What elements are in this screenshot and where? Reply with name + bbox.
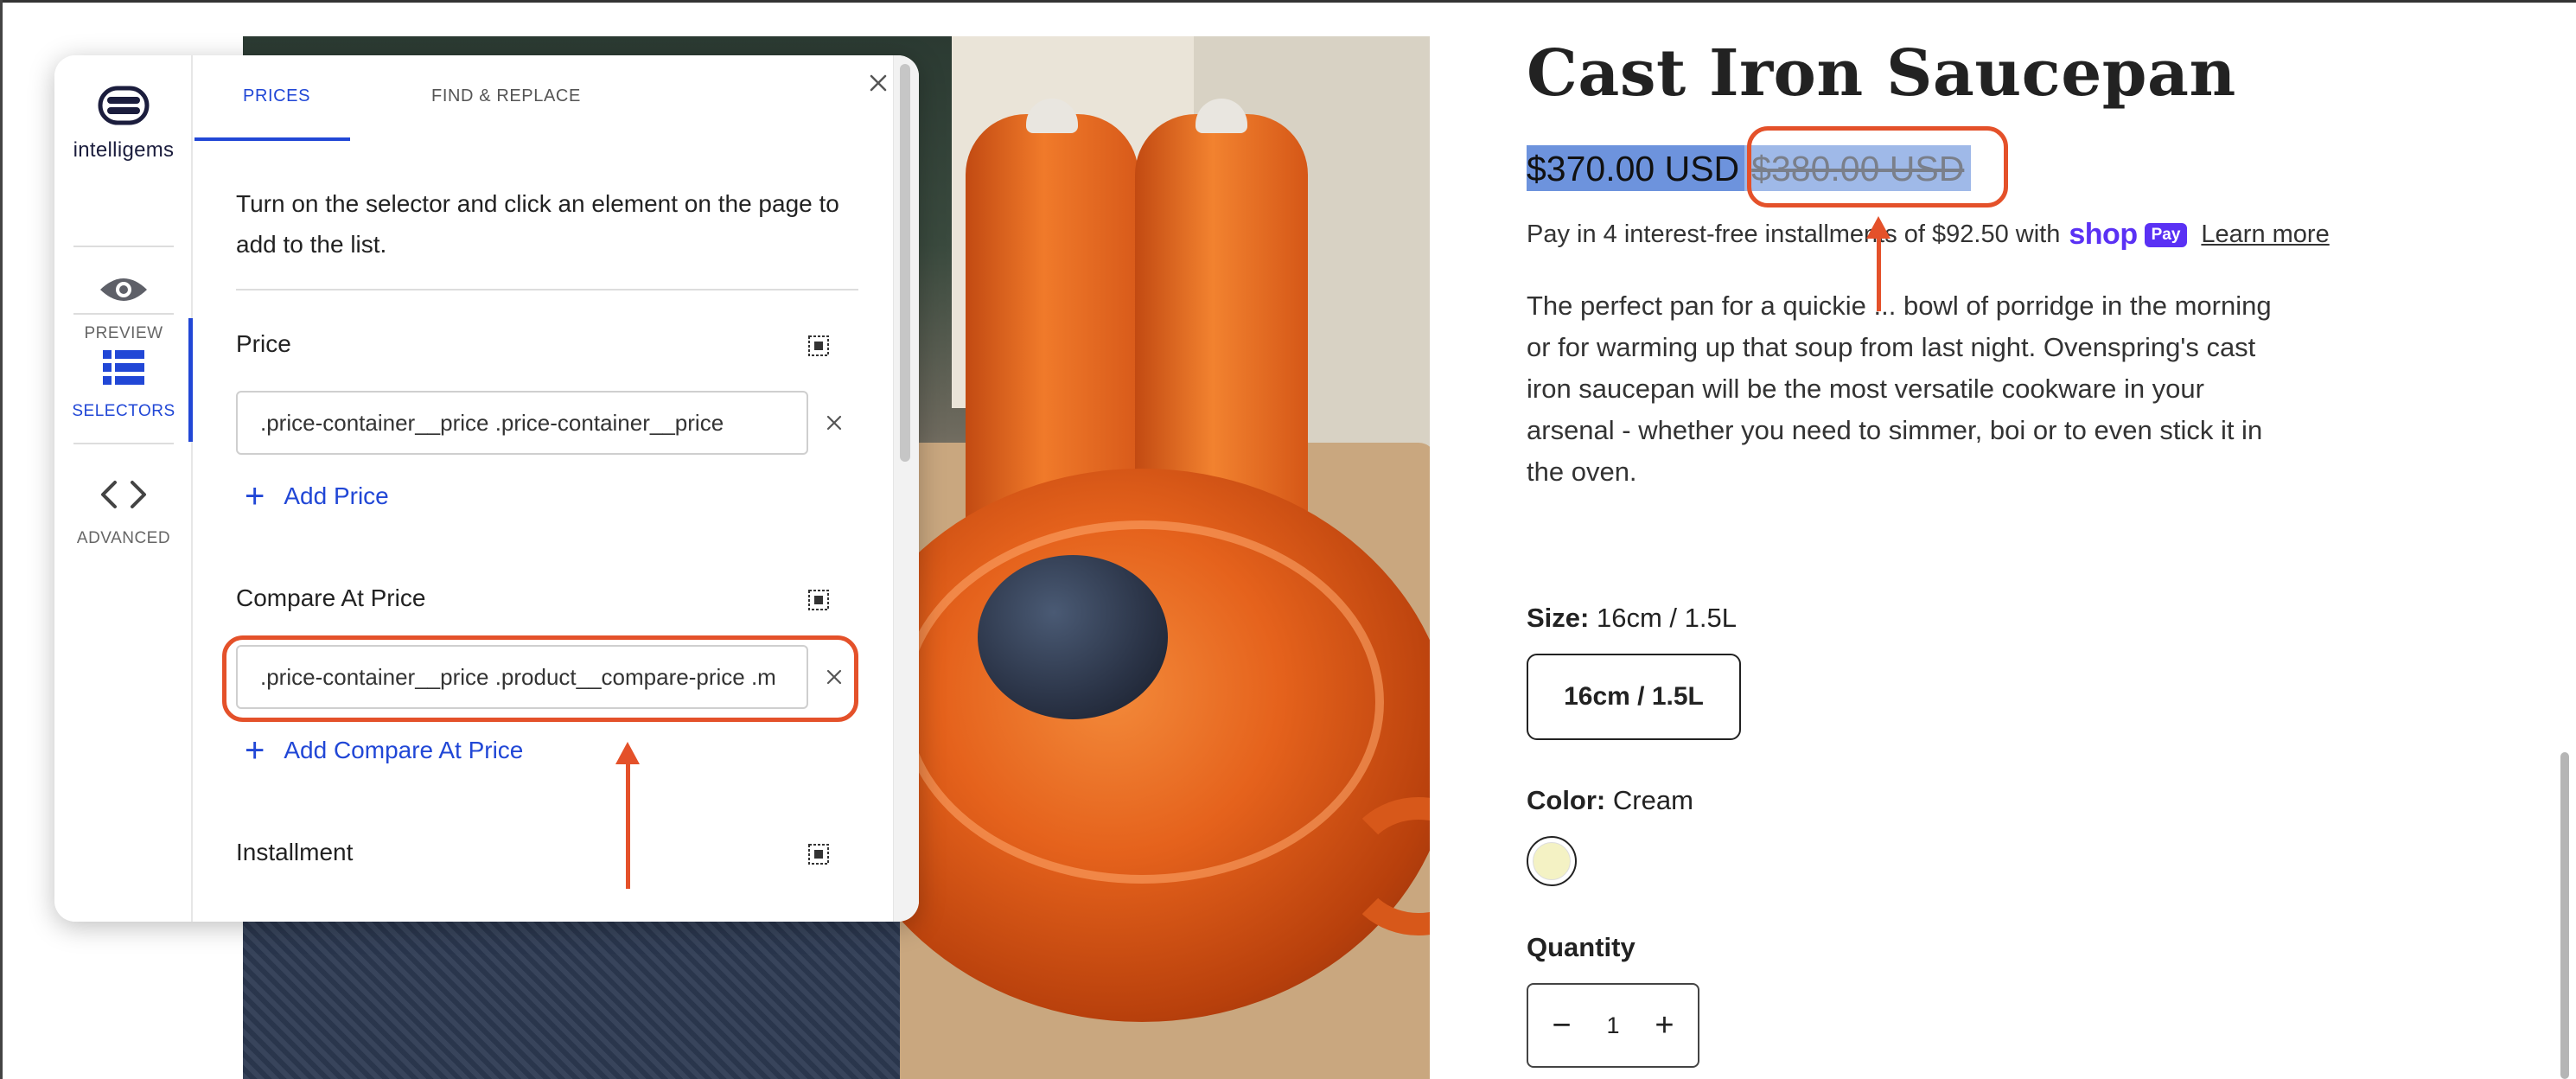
size-value: 16cm / 1.5L	[1596, 603, 1737, 633]
rail-advanced[interactable]: ADVANCED	[65, 472, 182, 548]
side-rail: intelligems PREVIEW SELECTORS ADVANCED	[54, 55, 193, 922]
swatch-fill	[1533, 842, 1571, 880]
element-selector-icon[interactable]	[807, 843, 830, 865]
close-icon[interactable]	[861, 66, 896, 100]
installment-section-title: Installment	[236, 839, 354, 865]
rail-divider	[73, 443, 174, 444]
brand: intelligems	[54, 81, 193, 163]
photo-pot-knob	[978, 555, 1168, 719]
tab-find-replace[interactable]: FIND & REPLACE	[431, 86, 581, 106]
plus-icon: +	[245, 477, 265, 515]
product-description: The perfect pan for a quickie ... bowl o…	[1527, 290, 2272, 487]
intelligems-editor-panel: intelligems PREVIEW SELECTORS ADVANCED P…	[54, 55, 919, 922]
selector-instructions: Turn on the selector and click an elemen…	[236, 190, 839, 258]
learn-more-link[interactable]: Learn more	[2201, 220, 2329, 249]
add-compare-price-label: Add Compare At Price	[284, 737, 524, 763]
plus-icon[interactable]: +	[1642, 1007, 1686, 1044]
element-selector-icon[interactable]	[807, 589, 830, 611]
quantity-label: Quantity	[1527, 932, 1636, 962]
annotation-arrow-head	[615, 742, 640, 764]
color-label-row: Color: Cream	[1527, 785, 1693, 816]
plus-icon: +	[245, 731, 265, 769]
size-label: Size:	[1527, 603, 1590, 633]
price-section-title: Price	[236, 330, 291, 357]
code-icon	[65, 472, 182, 517]
rail-preview[interactable]: PREVIEW	[65, 267, 182, 343]
rail-advanced-label: ADVANCED	[76, 529, 171, 547]
annotation-arrow	[626, 763, 630, 889]
price-selector-field[interactable]: .price-container__price .price-container…	[236, 391, 808, 455]
size-option-button[interactable]: 16cm / 1.5L	[1527, 654, 1741, 740]
size-label-row: Size: 16cm / 1.5L	[1527, 603, 1737, 634]
window-left-border	[0, 0, 3, 1079]
window-top-border	[0, 0, 2576, 3]
annotation-highlight-compare-price	[1747, 126, 2008, 208]
panel-scrollbar-thumb[interactable]	[900, 64, 910, 462]
panel-tabs: PRICES FIND & REPLACE	[194, 55, 893, 140]
add-compare-price-button[interactable]: + Add Compare At Price	[245, 733, 523, 768]
quantity-stepper: − 1 +	[1527, 983, 1699, 1068]
quantity-value[interactable]: 1	[1606, 1012, 1619, 1039]
list-icon	[65, 345, 182, 390]
color-value: Cream	[1612, 785, 1693, 815]
page-scrollbar-thumb[interactable]	[2560, 752, 2569, 1079]
rail-divider	[73, 313, 174, 315]
rail-active-indicator	[188, 318, 193, 442]
intelligems-logo-icon	[97, 81, 150, 130]
compare-price-section-title: Compare At Price	[236, 584, 426, 611]
tab-prices[interactable]: PRICES	[243, 86, 310, 106]
shop-pay-logo: shop	[2069, 218, 2138, 251]
shop-pay-badge: Pay	[2144, 222, 2188, 247]
rail-preview-label: PREVIEW	[84, 324, 163, 342]
product-title: Cast Iron Saucepan	[1527, 36, 2236, 111]
brand-name: intelligems	[73, 138, 175, 162]
annotation-highlight-compare-field	[222, 635, 858, 722]
color-label: Color:	[1527, 785, 1606, 815]
photo-pot-ring	[900, 520, 1384, 884]
installment-text: Pay in 4 interest-free installments of $…	[1527, 220, 2061, 248]
rail-divider	[73, 246, 174, 247]
annotation-arrow-head	[1866, 216, 1891, 239]
section-divider	[236, 289, 858, 290]
active-tab-underline	[194, 137, 350, 141]
rail-selectors-label: SELECTORS	[72, 402, 175, 420]
installment-line: Pay in 4 interest-free installments of $…	[1527, 218, 2330, 252]
minus-icon[interactable]: −	[1540, 1007, 1583, 1044]
product-price: $370.00 USD	[1527, 144, 1745, 191]
rail-selectors[interactable]: SELECTORS	[65, 345, 182, 421]
add-price-button[interactable]: + Add Price	[245, 479, 389, 514]
add-price-label: Add Price	[284, 482, 389, 509]
remove-price-selector-icon[interactable]	[817, 405, 851, 440]
color-swatch-cream[interactable]	[1527, 836, 1577, 886]
eye-icon	[65, 267, 182, 312]
element-selector-icon[interactable]	[807, 335, 830, 357]
